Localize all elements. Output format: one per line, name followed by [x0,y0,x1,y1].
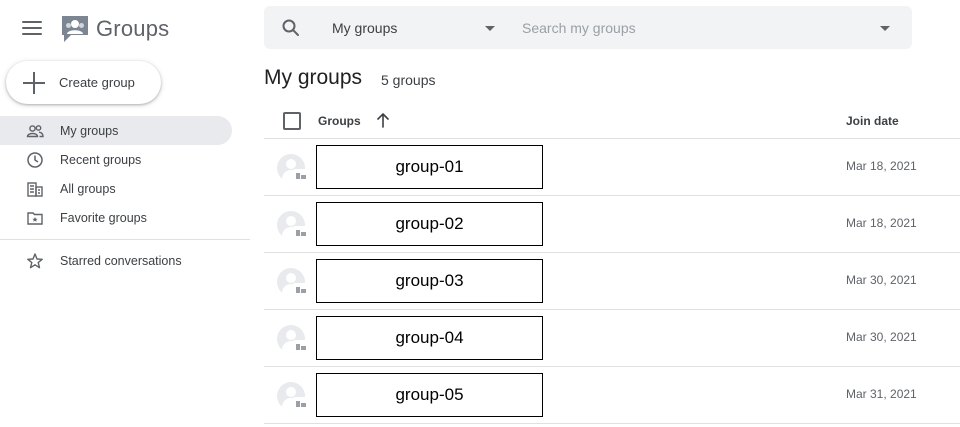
group-badge-icon [293,226,309,240]
table-row[interactable]: group-04 Mar 30, 2021 [264,310,960,367]
table-row[interactable]: group-01 Mar 18, 2021 [264,139,960,196]
google-groups-logo-icon[interactable] [59,13,91,45]
app-title: Groups [96,16,170,41]
group-badge-icon [293,283,309,297]
sidebar-item-label: Recent groups [60,152,142,167]
group-name[interactable]: group-02 [316,202,543,246]
search-bar: My groups [264,6,912,49]
sidebar-item-label: Starred conversations [60,253,182,268]
create-group-button[interactable]: Create group [6,61,161,104]
sidebar-item-label: All groups [60,181,116,196]
sidebar-item-favorite-groups[interactable]: Favorite groups [0,203,232,232]
table-row[interactable]: group-02 Mar 18, 2021 [264,196,960,253]
sort-arrow-up-icon[interactable] [375,111,391,129]
select-all-checkbox[interactable] [283,112,301,130]
groups-table: Groups Join date group-01 Mar 18, 2021 g… [264,100,960,424]
search-options-chevron-down-icon[interactable] [880,26,890,31]
search-input[interactable] [522,16,862,40]
sidebar-item-starred-conversations[interactable]: Starred conversations [0,246,232,275]
join-date: Mar 18, 2021 [846,216,917,230]
group-name[interactable]: group-01 [316,145,543,189]
search-scope-value: My groups [332,19,398,36]
join-date: Mar 30, 2021 [846,330,917,344]
clock-icon [26,151,44,169]
search-icon[interactable] [281,18,301,38]
join-date: Mar 30, 2021 [846,273,917,287]
table-header: Groups Join date [264,100,960,139]
column-header-groups[interactable]: Groups [318,114,361,128]
building-icon [26,180,44,198]
group-badge-icon [293,169,309,183]
group-name[interactable]: group-04 [316,316,543,360]
group-name[interactable]: group-03 [316,259,543,303]
column-header-join-date[interactable]: Join date [846,114,899,128]
create-group-label: Create group [59,75,135,90]
main-menu-icon[interactable] [22,20,42,36]
folder-star-icon [26,209,44,227]
page-title: My groups [264,66,363,89]
sidebar-item-my-groups[interactable]: My groups [0,116,232,145]
group-count: 5 groups [381,72,436,88]
group-name[interactable]: group-05 [316,373,543,417]
group-badge-icon [293,397,309,411]
star-icon [26,252,44,270]
group-badge-icon [293,340,309,354]
sidebar-item-recent-groups[interactable]: Recent groups [0,145,232,174]
sidebar-item-all-groups[interactable]: All groups [0,174,232,203]
sidebar-divider [0,239,250,240]
table-row[interactable]: group-03 Mar 30, 2021 [264,253,960,310]
sidebar-nav: My groups Recent groups All groups Favor… [0,116,250,275]
chevron-down-icon [485,26,495,31]
join-date: Mar 31, 2021 [846,387,917,401]
table-row[interactable]: group-05 Mar 31, 2021 [264,367,960,424]
search-scope-dropdown[interactable]: My groups [332,6,502,49]
sidebar-item-label: My groups [60,123,119,138]
join-date: Mar 18, 2021 [846,159,917,173]
plus-icon [23,71,45,94]
people-icon [26,122,44,140]
sidebar-item-label: Favorite groups [60,210,147,225]
